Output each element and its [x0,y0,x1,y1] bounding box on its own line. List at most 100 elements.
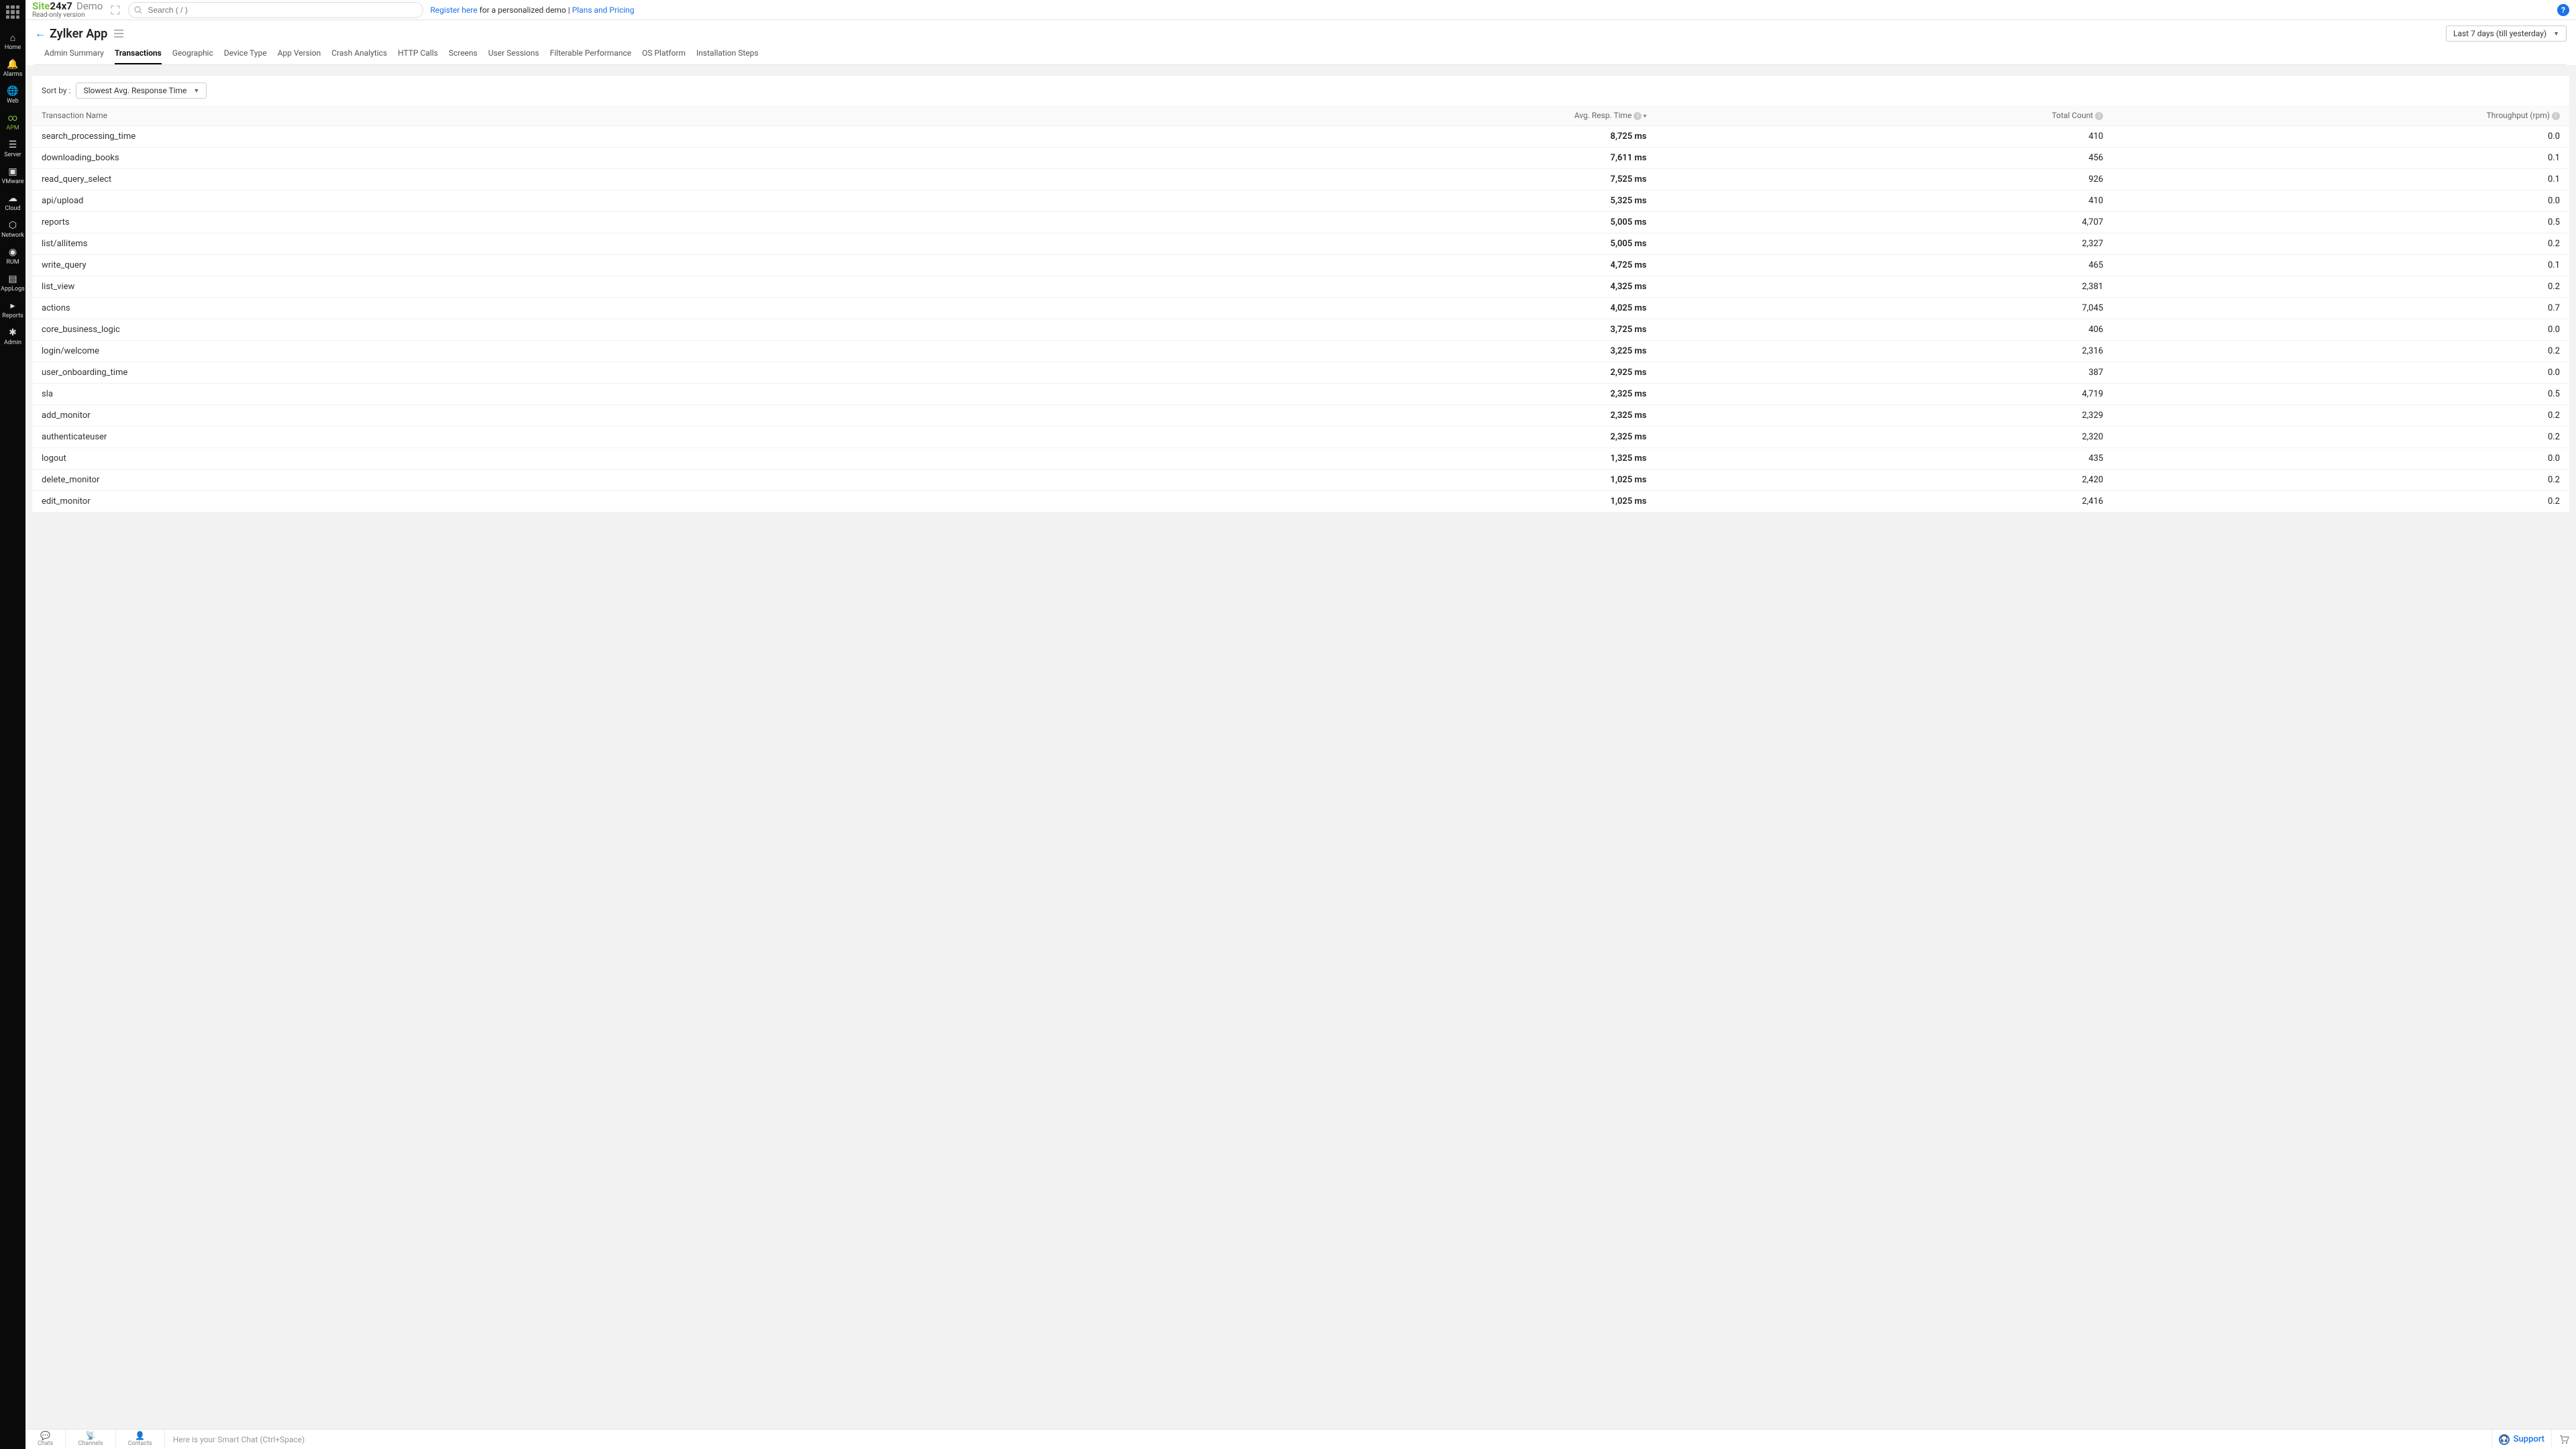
cell-thr: 0.1 [2112,255,2569,276]
tab-user-sessions[interactable]: User Sessions [488,48,539,64]
tab-crash-analytics[interactable]: Crash Analytics [331,48,387,64]
sidebar-item-vmware[interactable]: ▣VMware [1,162,25,189]
sidebar-item-network[interactable]: ⬡Network [1,216,25,243]
cell-thr: 0.0 [2112,191,2569,212]
expand-icon[interactable] [109,4,121,16]
table-row[interactable]: reports5,005 ms4,7070.5 [32,212,2569,233]
tab-installation-steps[interactable]: Installation Steps [696,48,759,64]
cell-name[interactable]: write_query [32,255,1301,276]
help-icon[interactable]: ? [2557,4,2569,16]
table-row[interactable]: authenticateuser2,325 ms2,3200.2 [32,427,2569,448]
cell-resp: 1,025 ms [1301,470,1656,491]
table-row[interactable]: list_view4,325 ms2,3810.2 [32,276,2569,298]
cell-resp: 7,611 ms [1301,148,1656,169]
search-input[interactable] [128,2,423,18]
tab-screens[interactable]: Screens [449,48,478,64]
sidebar-item-web[interactable]: 🌐Web [1,82,25,109]
sidebar-item-rum[interactable]: ◉RUM [1,243,25,270]
sidebar-item-alarms[interactable]: 🔔Alarms [1,55,25,82]
tab-geographic[interactable]: Geographic [172,48,213,64]
tab-transactions[interactable]: Transactions [115,48,162,64]
page-menu-icon[interactable] [114,30,123,38]
cell-name[interactable]: delete_monitor [32,470,1301,491]
table-row[interactable]: user_onboarding_time2,925 ms3870.0 [32,362,2569,384]
brand-logo[interactable]: Site24x7 Demo Read-only version [32,1,103,18]
cell-name[interactable]: add_monitor [32,405,1301,427]
info-icon[interactable]: i [2552,112,2560,120]
plans-link[interactable]: Plans and Pricing [572,5,635,15]
info-icon[interactable]: i [2095,112,2103,120]
cell-name[interactable]: list/allitems [32,233,1301,255]
cell-name[interactable]: logout [32,448,1301,470]
cell-name[interactable]: edit_monitor [32,491,1301,513]
cell-count: 2,327 [1656,233,2112,255]
cart-icon[interactable] [2551,1430,2576,1449]
sidebar-label: AppLogs [1,286,25,292]
info-icon[interactable]: i [1633,112,1642,120]
smart-chat-input[interactable]: Here is your Smart Chat (Ctrl+Space) [165,1435,2491,1444]
bottombar-chats[interactable]: 💬Chats [25,1430,66,1449]
table-row[interactable]: add_monitor2,325 ms2,3290.2 [32,405,2569,427]
table-row[interactable]: login/welcome3,225 ms2,3160.2 [32,341,2569,362]
sidebar-label: Alarms [3,72,23,78]
table-row[interactable]: read_query_select7,525 ms9260.1 [32,169,2569,191]
cell-name[interactable]: reports [32,212,1301,233]
page-title: Zylker App [50,27,107,41]
tab-os-platform[interactable]: OS Platform [642,48,686,64]
col-total-count[interactable]: Total Counti [1656,105,2112,126]
col-transaction-name[interactable]: Transaction Name [32,105,1301,126]
cell-count: 387 [1656,362,2112,384]
cell-thr: 0.5 [2112,212,2569,233]
back-arrow-icon[interactable]: ← [35,27,46,40]
table-row[interactable]: downloading_books7,611 ms4560.1 [32,148,2569,169]
bottombar-contacts[interactable]: 👤Contacts [116,1430,165,1449]
tab-app-version[interactable]: App Version [278,48,321,64]
cell-name[interactable]: authenticateuser [32,427,1301,448]
table-row[interactable]: search_processing_time8,725 ms4100.0 [32,126,2569,148]
sidebar-item-apm[interactable]: ∞APM [1,109,25,136]
table-row[interactable]: api/upload5,325 ms4100.0 [32,191,2569,212]
table-row[interactable]: sla2,325 ms4,7190.5 [32,384,2569,405]
topbar: Site24x7 Demo Read-only version Register… [25,0,2576,20]
cell-resp: 3,225 ms [1301,341,1656,362]
table-row[interactable]: list/allitems5,005 ms2,3270.2 [32,233,2569,255]
table-row[interactable]: delete_monitor1,025 ms2,4200.2 [32,470,2569,491]
sidebar-item-server[interactable]: ☰Server [1,136,25,162]
cell-resp: 4,325 ms [1301,276,1656,298]
col-throughput[interactable]: Throughput (rpm)i [2112,105,2569,126]
table-row[interactable]: logout1,325 ms4350.0 [32,448,2569,470]
period-select[interactable]: Last 7 days (till yesterday) ▼ [2446,25,2567,42]
cell-name[interactable]: search_processing_time [32,126,1301,148]
search-icon [134,6,142,14]
cell-name[interactable]: read_query_select [32,169,1301,191]
sort-select[interactable]: Slowest Avg. Response Time ▼ [76,83,207,99]
cell-name[interactable]: sla [32,384,1301,405]
tab-http-calls[interactable]: HTTP Calls [398,48,438,64]
table-row[interactable]: edit_monitor1,025 ms2,4160.2 [32,491,2569,513]
cell-name[interactable]: list_view [32,276,1301,298]
sidebar-item-cloud[interactable]: ☁Cloud [1,189,25,216]
table-row[interactable]: core_business_logic3,725 ms4060.0 [32,319,2569,341]
col-avg-resp-time[interactable]: Avg. Resp. Timei▾ [1301,105,1656,126]
tab-device-type[interactable]: Device Type [224,48,267,64]
sidebar-item-reports[interactable]: ▸Reports [1,297,25,323]
sidebar-item-admin[interactable]: ✱Admin [1,323,25,350]
register-link[interactable]: Register here [430,5,477,15]
support-button[interactable]: 🎧 Support [2491,1430,2551,1449]
sort-label: Sort by : [42,86,70,95]
cell-resp: 5,005 ms [1301,212,1656,233]
cell-name[interactable]: core_business_logic [32,319,1301,341]
tab-admin-summary[interactable]: Admin Summary [44,48,104,64]
apps-grid-icon[interactable] [6,5,19,19]
sidebar-item-home[interactable]: ⌂Home [1,28,25,55]
tab-filterable-performance[interactable]: Filterable Performance [550,48,632,64]
bottombar-channels[interactable]: 📡Channels [66,1430,115,1449]
cell-name[interactable]: login/welcome [32,341,1301,362]
table-row[interactable]: actions4,025 ms7,0450.7 [32,298,2569,319]
cell-name[interactable]: api/upload [32,191,1301,212]
cell-name[interactable]: downloading_books [32,148,1301,169]
table-row[interactable]: write_query4,725 ms4650.1 [32,255,2569,276]
cell-name[interactable]: user_onboarding_time [32,362,1301,384]
sidebar-item-applogs[interactable]: ▤AppLogs [1,270,25,297]
cell-name[interactable]: actions [32,298,1301,319]
